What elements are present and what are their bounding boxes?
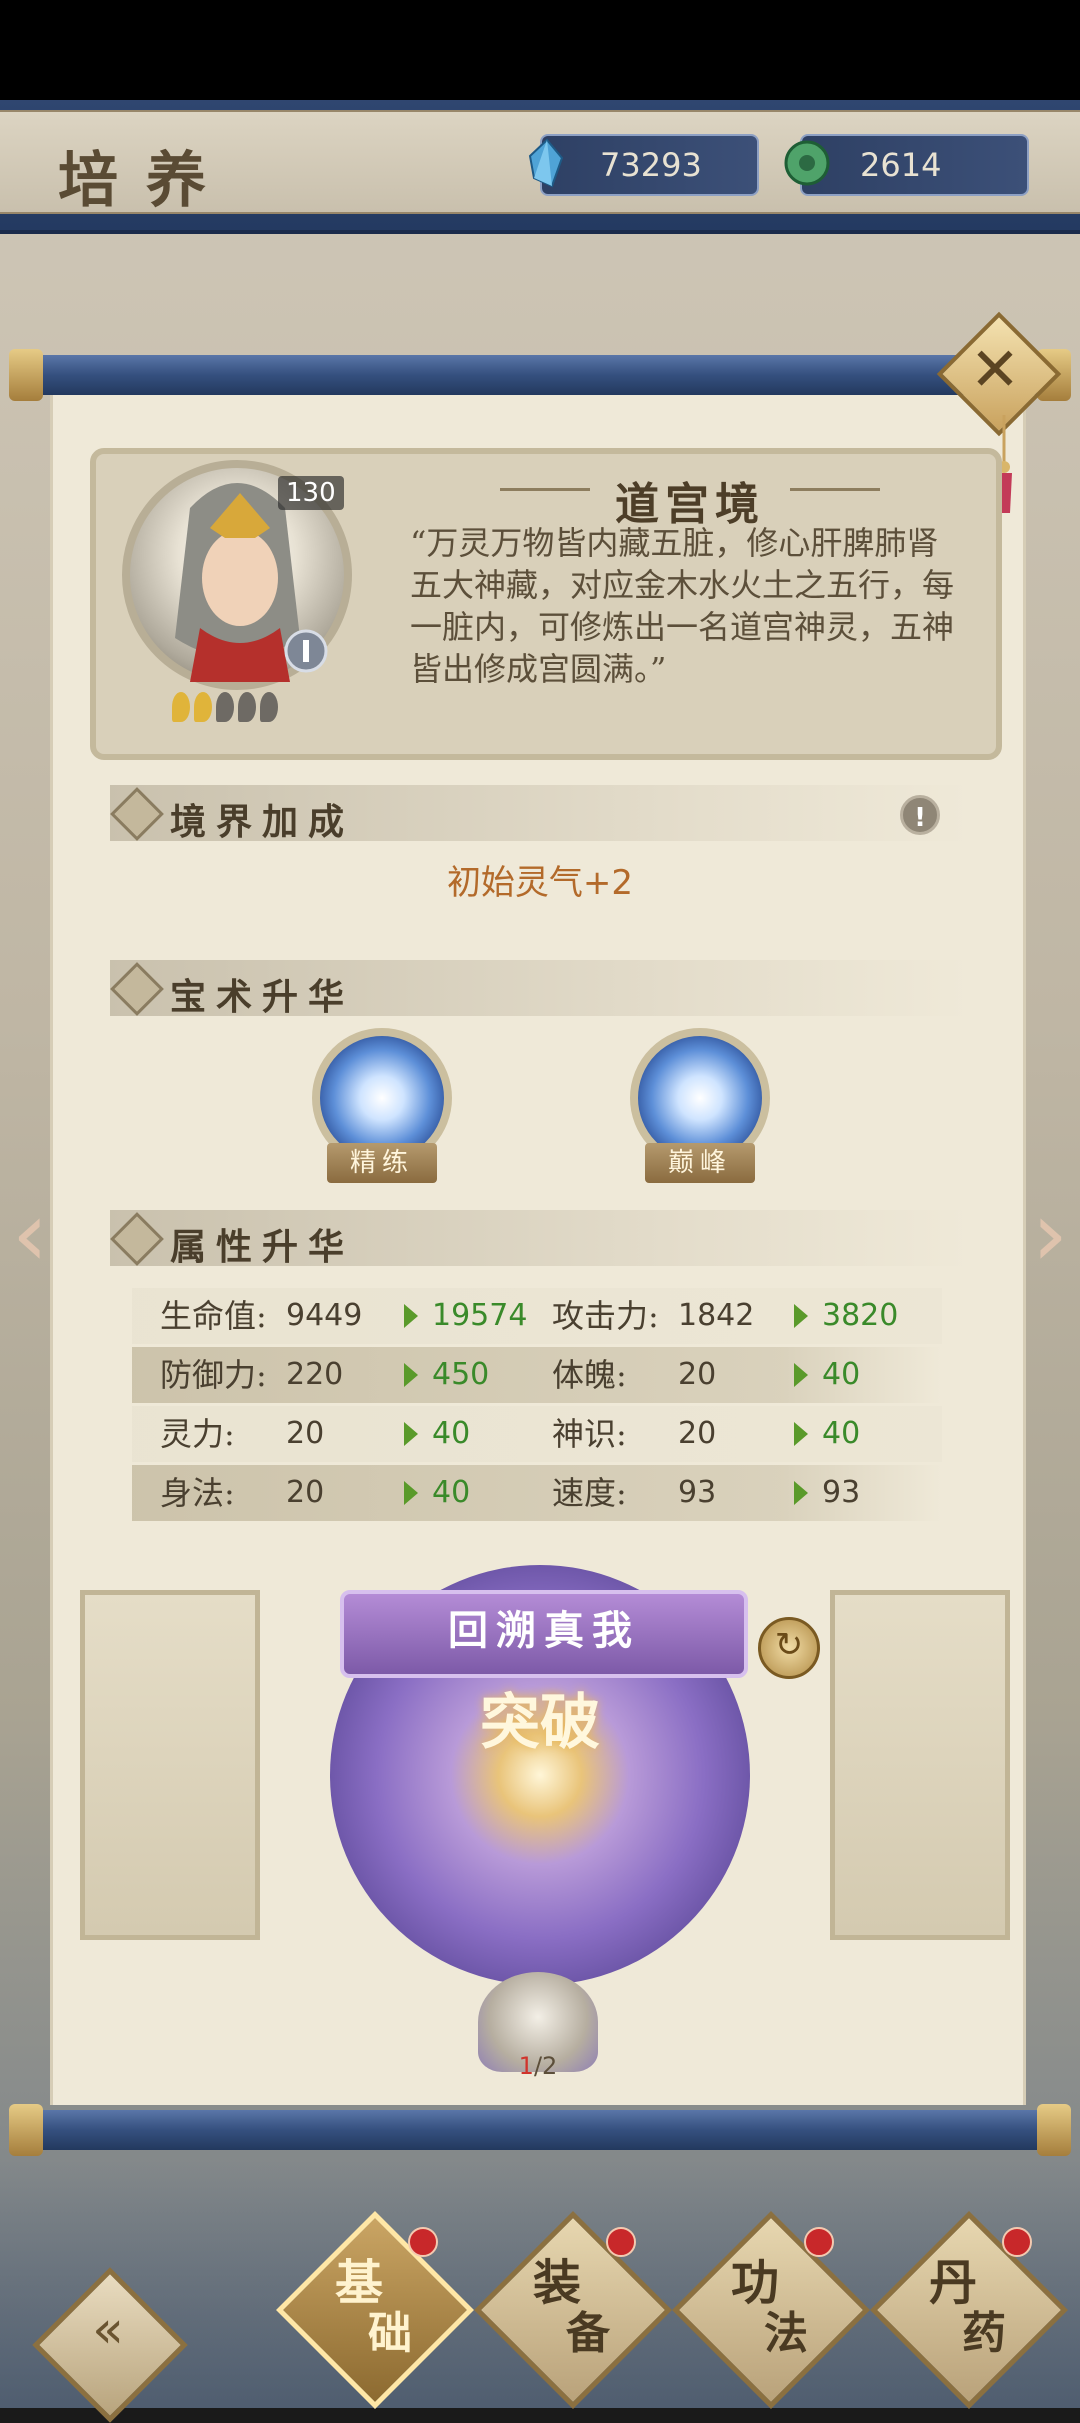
section-attribute-sublimation: 属性升华 (110, 1210, 970, 1268)
info-icon[interactable]: ! (900, 795, 940, 835)
skill-refine-label: 精练 (327, 1143, 437, 1183)
jade-coin-icon (784, 140, 830, 186)
upgrade-arrow-icon (794, 1422, 808, 1446)
star-empty-icon (238, 692, 256, 722)
attr-next: 93 (822, 1475, 861, 1510)
section-skill-sublimation: 宝术升华 (110, 960, 970, 1018)
notification-dot (804, 2227, 834, 2257)
section-realm-bonus: 境界加成 (110, 785, 970, 843)
tab-basic-label-2: 础 (368, 2308, 412, 2359)
star-filled-icon (172, 692, 190, 722)
tab-equipment-label-2: 备 (566, 2308, 610, 2359)
upgrade-arrow-icon (794, 1481, 808, 1505)
attr-next: 40 (822, 1416, 861, 1451)
top-bar-plaque: 培养 73293 2614 (0, 110, 1080, 216)
jade-coin-count: 2614 (860, 146, 942, 184)
material-count-current: 1 (518, 2052, 534, 2080)
realm-bonus-value: 初始灵气+2 (446, 863, 634, 903)
attr-name: 身法: (160, 1474, 235, 1512)
star-empty-icon (216, 692, 234, 722)
top-bar: 培养 73293 2614 (0, 100, 1080, 234)
tab-technique[interactable]: 功 法 (672, 2211, 870, 2409)
close-icon: ✕ (969, 335, 1021, 405)
section-diamond-icon (110, 1212, 164, 1266)
attr-name: 速度: (552, 1474, 627, 1512)
page-title: 培养 (58, 146, 234, 216)
spirit-crystal-icon (528, 138, 564, 188)
tab-basic[interactable]: 基 础 (276, 2211, 474, 2409)
resource-jade-coin[interactable]: 2614 (784, 134, 1029, 196)
upgrade-arrow-icon (404, 1363, 418, 1387)
spirit-crystal-count: 73293 (600, 146, 702, 184)
breakthrough-label: 突破 (480, 1688, 600, 1758)
section-attribute-sublimation-label: 属性升华 (170, 1226, 355, 1268)
attr-next: 40 (822, 1357, 861, 1392)
info-seal-icon[interactable] (283, 628, 329, 674)
attribute-row: 防御力: 220 450 体魄: 20 40 (132, 1347, 942, 1403)
refresh-icon[interactable]: ↻ (758, 1617, 820, 1679)
next-arrow-icon[interactable]: › (1020, 1170, 1080, 1300)
side-frame-right (830, 1590, 1010, 1940)
resource-spirit-crystal[interactable]: 73293 (528, 134, 759, 196)
attr-next: 3820 (822, 1298, 899, 1333)
attr-name: 神识: (552, 1415, 627, 1453)
side-frame-left (80, 1590, 260, 1940)
attr-current: 20 (286, 1416, 325, 1451)
attr-current: 20 (286, 1475, 325, 1510)
attr-current: 220 (286, 1357, 344, 1392)
attr-name: 灵力: (160, 1415, 235, 1453)
tab-elixir-label-2: 药 (962, 2308, 1006, 2359)
material-count-total: /2 (533, 2052, 558, 2080)
section-diamond-icon (110, 787, 164, 841)
attr-next: 450 (432, 1357, 490, 1392)
tab-technique-label-2: 法 (764, 2308, 808, 2359)
attribute-row: 身法: 20 40 速度: 93 93 (132, 1465, 942, 1521)
section-diamond-icon (110, 962, 164, 1016)
realm-description: “万灵万物皆内藏五脏，修心肝脾肺肾五大神藏，对应金木水火土之五行，每一脏内，可修… (410, 524, 955, 688)
star-filled-icon (194, 692, 212, 722)
upgrade-arrow-icon (404, 1422, 418, 1446)
section-skill-sublimation-label: 宝术升华 (170, 976, 355, 1018)
attr-name: 攻击力: (552, 1297, 659, 1335)
notification-dot (1002, 2227, 1032, 2257)
back-arrow-icon: « (92, 2300, 124, 2360)
star-rating (172, 692, 278, 722)
scroll-rod-bottom (9, 2104, 1071, 2156)
section-realm-bonus-label: 境界加成 (170, 801, 355, 843)
material-count: 1/2 (478, 2052, 598, 2080)
attr-current: 93 (678, 1475, 717, 1510)
status-bar (0, 0, 1080, 100)
star-empty-icon (260, 692, 278, 722)
attr-next: 19574 (432, 1298, 528, 1333)
tab-elixir[interactable]: 丹 药 (870, 2211, 1068, 2409)
notification-dot (606, 2227, 636, 2257)
tab-equipment[interactable]: 装 备 (474, 2211, 672, 2409)
skill-peak-label: 巅峰 (645, 1143, 755, 1183)
attr-name: 生命值: (160, 1297, 267, 1335)
attr-current: 1842 (678, 1298, 755, 1333)
attr-name: 防御力: (160, 1356, 267, 1394)
upgrade-arrow-icon (794, 1363, 808, 1387)
attr-current: 20 (678, 1416, 717, 1451)
attribute-row: 生命值: 9449 19574 攻击力: 1842 3820 (132, 1288, 942, 1344)
scroll-rod-top (9, 349, 1071, 401)
upgrade-arrow-icon (404, 1481, 418, 1505)
level-badge: 130 (278, 476, 344, 510)
attr-current: 20 (678, 1357, 717, 1392)
notification-dot (408, 2227, 438, 2257)
attr-current: 9449 (286, 1298, 363, 1333)
attribute-row: 灵力: 20 40 神识: 20 40 (132, 1406, 942, 1462)
attr-name: 体魄: (552, 1356, 627, 1394)
attr-next: 40 (432, 1416, 471, 1451)
upgrade-arrow-icon (794, 1304, 808, 1328)
breakthrough-banner: 回溯真我 (340, 1590, 748, 1678)
attr-next: 40 (432, 1475, 471, 1510)
upgrade-arrow-icon (404, 1304, 418, 1328)
